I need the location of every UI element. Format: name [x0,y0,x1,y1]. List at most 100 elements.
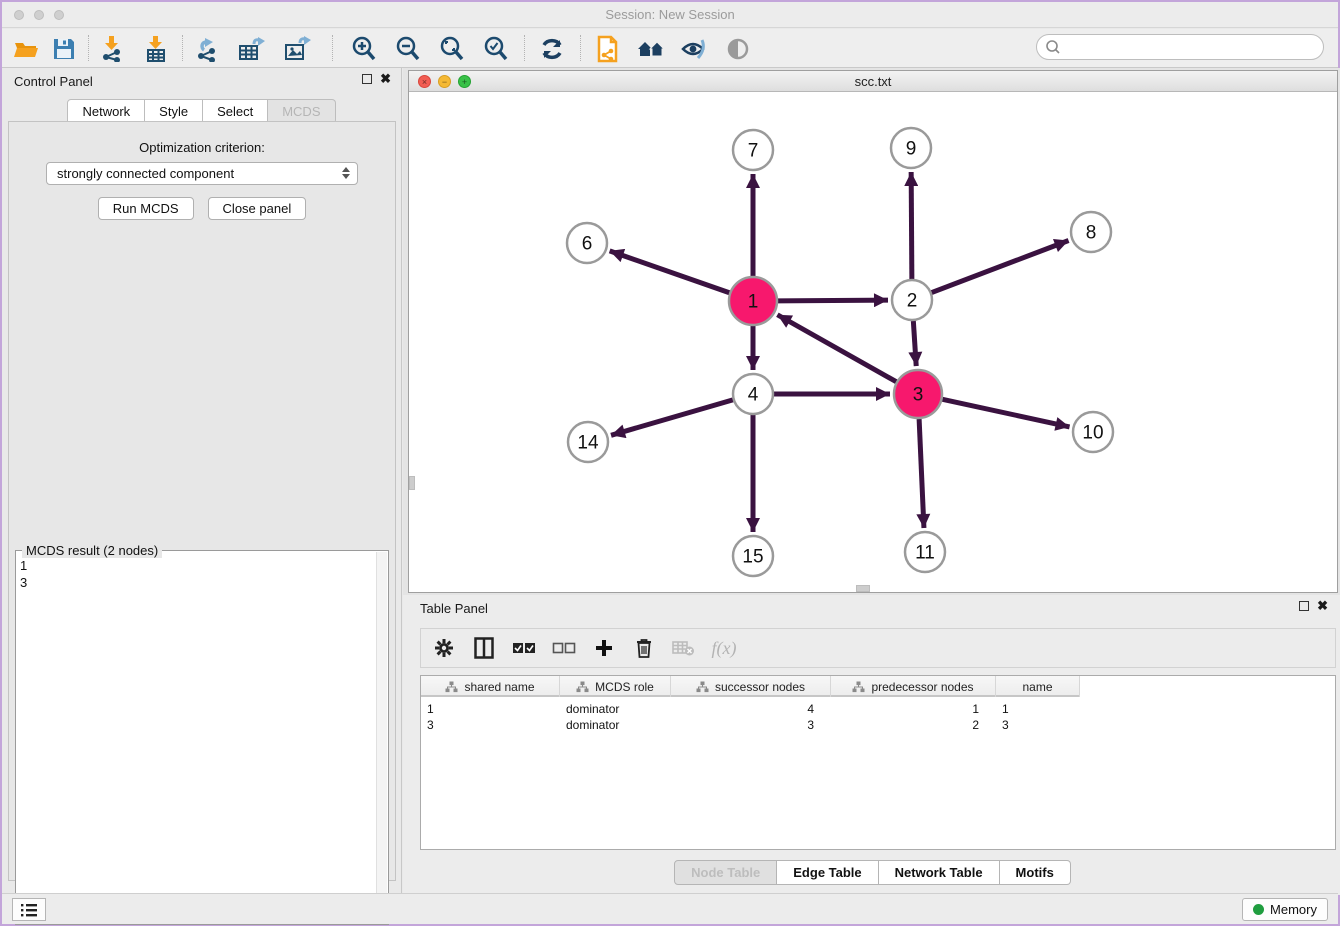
tab-motifs[interactable]: Motifs [1000,860,1071,885]
clone-network-icon[interactable] [594,35,622,63]
task-history-button[interactable] [12,898,46,921]
mcds-result-text[interactable]: 1 3 [20,557,374,920]
graph-node-label-1: 1 [748,292,759,313]
graph-node-label-3: 3 [913,385,924,406]
node-table-header: shared name MCDS role successor nodes pr… [421,676,1080,697]
graph-edge-2-3[interactable] [913,321,916,366]
graph-node-label-11: 11 [915,543,935,564]
mcds-panel-body: Optimization criterion: strongly connect… [8,121,396,881]
column-header-shared-name[interactable]: shared name [421,676,560,697]
network-horizontal-scrollbar[interactable] [856,585,870,592]
tree-icon [576,681,589,693]
graph-node-label-8: 8 [1086,223,1097,244]
graph-edge-3-11[interactable] [919,419,924,528]
float-table-panel-icon[interactable] [1299,601,1309,611]
column-header-name[interactable]: name [996,676,1080,697]
toolbar-separator [182,35,183,61]
tab-network-table[interactable]: Network Table [879,860,1000,885]
tab-node-table[interactable]: Node Table [674,860,777,885]
graph-node-label-15: 15 [742,547,763,568]
save-session-icon[interactable] [50,35,78,63]
import-table-icon[interactable] [142,35,170,63]
column-header-predecessor-nodes[interactable]: predecessor nodes [831,676,996,697]
optimization-criterion-value: strongly connected component [57,166,234,181]
toolbar-separator [88,35,89,61]
table-row[interactable]: 1 dominator 4 1 1 [421,701,1080,717]
column-header-mcds-role[interactable]: MCDS role [560,676,671,697]
mcds-result-box: MCDS result (2 nodes) 1 3 [15,550,389,925]
memory-status-icon [1253,904,1264,915]
window-title: Session: New Session [2,7,1338,22]
graph-edge-1-6[interactable] [610,251,730,293]
export-network-icon[interactable] [194,35,222,63]
table-panel-header: Table Panel ✖ [403,595,1340,623]
tree-icon [852,681,865,693]
optimization-criterion-select[interactable]: strongly connected component [46,162,358,185]
toolbar-separator [524,35,525,61]
reset-home-icon[interactable] [636,35,664,63]
graph-edge-3-10[interactable] [942,399,1069,427]
show-columns-icon[interactable] [471,635,497,661]
graph-edge-2-9[interactable] [911,172,912,279]
delete-table-icon[interactable] [671,635,697,661]
graph-node-label-6: 6 [582,234,593,255]
add-column-icon[interactable] [591,635,617,661]
hide-graphics-icon[interactable] [680,35,708,63]
graph-edge-3-1[interactable] [777,315,896,382]
control-panel-title: Control Panel [14,74,93,89]
close-table-panel-icon[interactable]: ✖ [1317,601,1328,611]
memory-button[interactable]: Memory [1242,898,1328,921]
function-builder-icon[interactable]: f(x) [711,635,737,661]
toggle-details-icon[interactable] [724,35,752,63]
run-mcds-button[interactable]: Run MCDS [98,197,194,220]
close-panel-icon[interactable]: ✖ [380,74,391,84]
graph-node-label-7: 7 [748,141,759,162]
close-panel-button[interactable]: Close panel [208,197,307,220]
zoom-fit-icon[interactable] [438,35,466,63]
float-panel-icon[interactable] [362,74,372,84]
open-file-icon[interactable] [12,35,40,63]
table-panel-tabs: Node Table Edge Table Network Table Moti… [403,860,1340,885]
table-toolbar: f(x) [420,628,1336,668]
search-icon [1045,39,1061,55]
delete-column-icon[interactable] [631,635,657,661]
graph-edge-4-14[interactable] [611,400,733,435]
table-options-gear-icon[interactable] [431,635,457,661]
select-all-check-icon[interactable] [511,635,537,661]
import-network-icon[interactable] [98,35,126,63]
deselect-all-check-icon[interactable] [551,635,577,661]
zoom-out-icon[interactable] [394,35,422,63]
control-panel: Control Panel ✖ Network Style Select MCD… [2,68,402,895]
zoom-selected-icon[interactable] [482,35,510,63]
main-toolbar [2,29,1338,68]
control-panel-header: Control Panel ✖ [2,68,401,96]
application-window: { "window": { "title": "Session: New Ses… [0,0,1340,926]
apply-layout-icon[interactable] [538,35,566,63]
graph-node-label-2: 2 [907,291,918,312]
zoom-in-icon[interactable] [350,35,378,63]
export-image-icon[interactable] [284,35,312,63]
status-bar: Memory [2,893,1338,924]
column-header-successor-nodes[interactable]: successor nodes [671,676,831,697]
select-stepper-icon [342,167,350,179]
window-titlebar: Session: New Session [2,2,1338,28]
optimization-criterion-label: Optimization criterion: [9,140,395,155]
result-scrollbar[interactable] [376,552,387,923]
network-vertical-scrollbar[interactable] [409,476,415,490]
table-panel-title: Table Panel [420,601,488,616]
list-icon [20,903,38,917]
search-input[interactable] [1036,34,1324,60]
graph-edge-2-8[interactable] [932,241,1069,293]
network-canvas[interactable]: 7968124314101511 [409,92,1337,592]
network-graph: 7968124314101511 [409,92,1337,592]
graph-edge-1-2[interactable] [778,300,888,301]
graph-node-label-14: 14 [577,433,599,454]
tree-icon [445,681,458,693]
table-row[interactable]: 3 dominator 3 2 3 [421,717,1080,733]
network-window-titlebar[interactable]: × − + scc.txt [409,71,1337,92]
tree-icon [696,681,709,693]
graph-node-label-4: 4 [748,385,759,406]
export-table-icon[interactable] [238,35,266,63]
table-panel: Table Panel ✖ f(x) [403,595,1340,895]
tab-edge-table[interactable]: Edge Table [777,860,878,885]
